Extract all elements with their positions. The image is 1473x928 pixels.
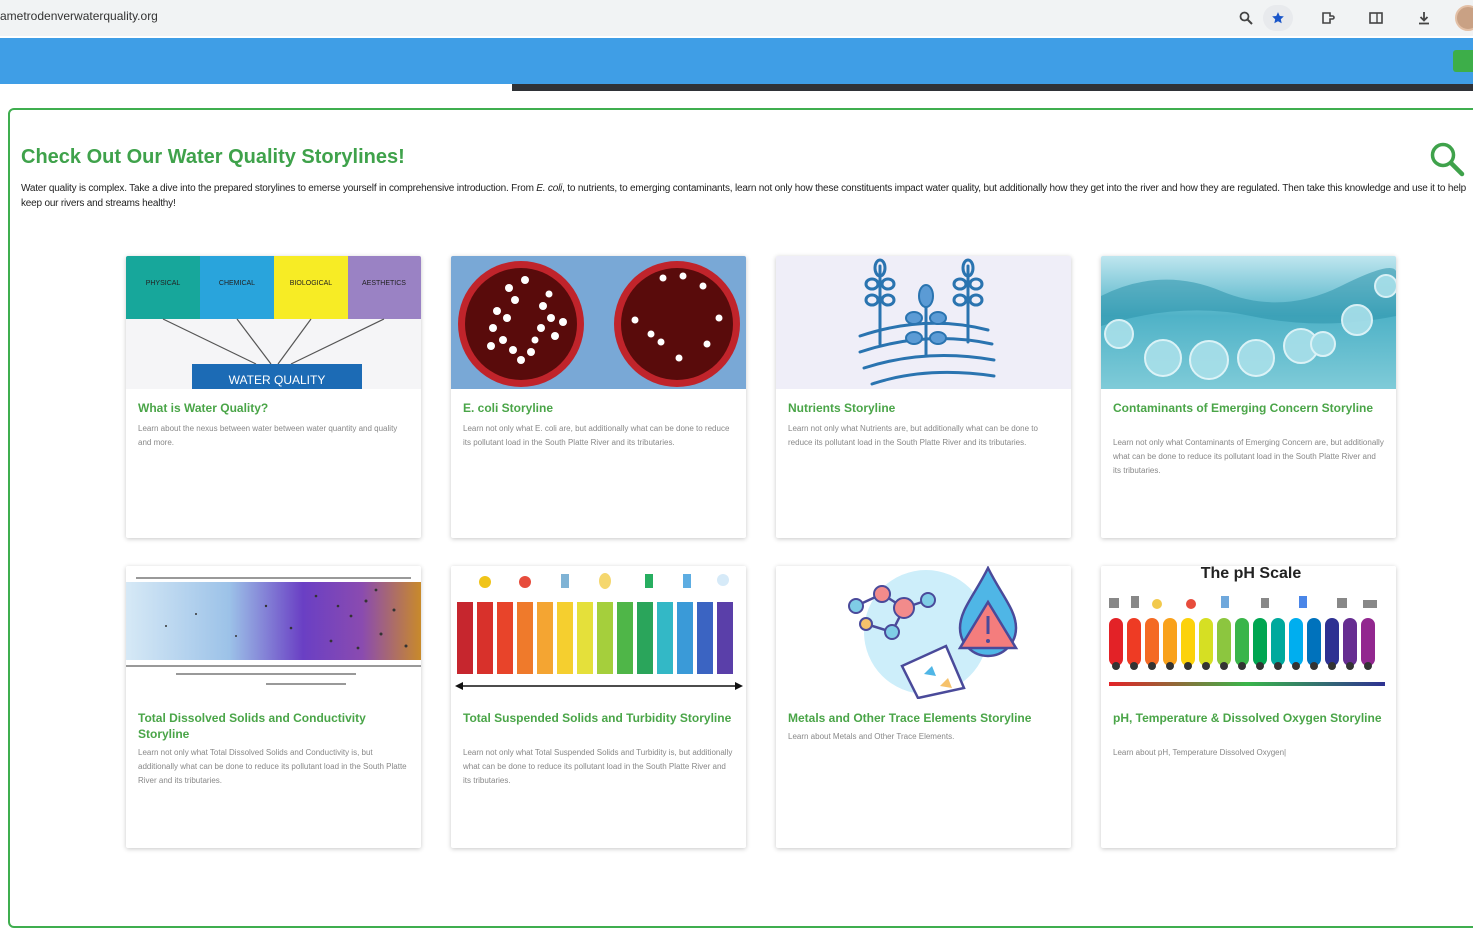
- card-title[interactable]: Metals and Other Trace Elements Storylin…: [788, 710, 1060, 726]
- metals-molecules-image: [776, 566, 1071, 699]
- storyline-card-tss[interactable]: Total Suspended Solids and Turbidity Sto…: [451, 566, 746, 848]
- category-biological: BIOLOGICAL: [290, 280, 333, 287]
- petri-dish-image: [451, 256, 746, 389]
- storyline-card-metals[interactable]: Metals and Other Trace Elements Storylin…: [776, 566, 1071, 848]
- bookmark-star-icon[interactable]: [1263, 5, 1293, 31]
- turbidity-scale-image: [451, 566, 746, 699]
- crops-field-image: [776, 256, 1071, 389]
- section-title: Check Out Our Water Quality Storylines!: [21, 146, 405, 168]
- water-quality-banner: WATER QUALITY: [229, 373, 326, 387]
- card-description: Learn not only what Total Dissolved Soli…: [138, 748, 407, 785]
- card-title[interactable]: Nutrients Storyline: [788, 400, 1060, 416]
- storyline-card-e-coli[interactable]: E. coli Storyline Learn not only what E.…: [451, 256, 746, 538]
- storyline-card-ph[interactable]: The pH Scale pH, Temperature & Dissolved…: [1101, 566, 1396, 848]
- card-description: Learn about pH, Temperature Dissolved Ox…: [1113, 748, 1287, 757]
- profile-avatar[interactable]: [1455, 5, 1473, 31]
- card-title[interactable]: Total Suspended Solids and Turbidity Sto…: [463, 710, 735, 726]
- nav-action-button[interactable]: [1453, 50, 1473, 72]
- storyline-card-nutrients[interactable]: Nutrients Storyline Learn not only what …: [776, 256, 1071, 538]
- download-icon[interactable]: [1411, 5, 1437, 31]
- reading-mode-icon[interactable]: [1363, 5, 1389, 31]
- card-description: Learn not only what Nutrients are, but a…: [788, 424, 1038, 447]
- section-intro: Water quality is complex. Take a dive in…: [21, 183, 1466, 209]
- storyline-card-contaminants[interactable]: Contaminants of Emerging Concern Storyli…: [1101, 256, 1396, 538]
- card-description: Learn about the nexus between water betw…: [138, 424, 398, 447]
- category-physical: PHYSICAL: [146, 280, 181, 287]
- category-aesthetics: AESTHETICS: [362, 280, 406, 287]
- water-bubbles-image: [1101, 256, 1396, 389]
- tds-gradient-image: [126, 566, 421, 699]
- card-title[interactable]: E. coli Storyline: [463, 400, 735, 416]
- card-description: Learn not only what E. coli are, but add…: [463, 424, 730, 447]
- card-title[interactable]: What is Water Quality?: [138, 400, 410, 416]
- search-icon[interactable]: [1428, 140, 1466, 183]
- card-description: Learn not only what Total Suspended Soli…: [463, 748, 733, 785]
- site-navbar: [0, 38, 1473, 84]
- card-description: Learn about Metals and Other Trace Eleme…: [788, 732, 955, 741]
- card-title[interactable]: pH, Temperature & Dissolved Oxygen Story…: [1113, 710, 1385, 726]
- browser-toolbar-icons: [1211, 5, 1473, 31]
- category-chemical: CHEMICAL: [219, 280, 255, 287]
- zoom-icon[interactable]: [1233, 5, 1259, 31]
- address-bar-url[interactable]: ametrodenverwaterquality.org: [0, 9, 158, 23]
- extensions-icon[interactable]: [1315, 5, 1341, 31]
- card-description: Learn not only what Contaminants of Emer…: [1113, 438, 1384, 475]
- storyline-card-water-quality[interactable]: PHYSICAL CHEMICAL BIOLOGICAL AESTHETICS …: [126, 256, 421, 538]
- ph-scale-heading: The pH Scale: [1201, 566, 1302, 582]
- nav-underline-bar: [512, 84, 1473, 91]
- browser-toolbar: ametrodenverwaterquality.org: [0, 0, 1473, 36]
- card-title[interactable]: Contaminants of Emerging Concern Storyli…: [1113, 400, 1385, 416]
- storyline-card-tds[interactable]: Total Dissolved Solids and Conductivity …: [126, 566, 421, 848]
- ph-scale-image: The pH Scale: [1101, 566, 1396, 699]
- card-title[interactable]: Total Dissolved Solids and Conductivity …: [138, 710, 410, 742]
- water-quality-diagram-image: PHYSICAL CHEMICAL BIOLOGICAL AESTHETICS …: [126, 256, 421, 389]
